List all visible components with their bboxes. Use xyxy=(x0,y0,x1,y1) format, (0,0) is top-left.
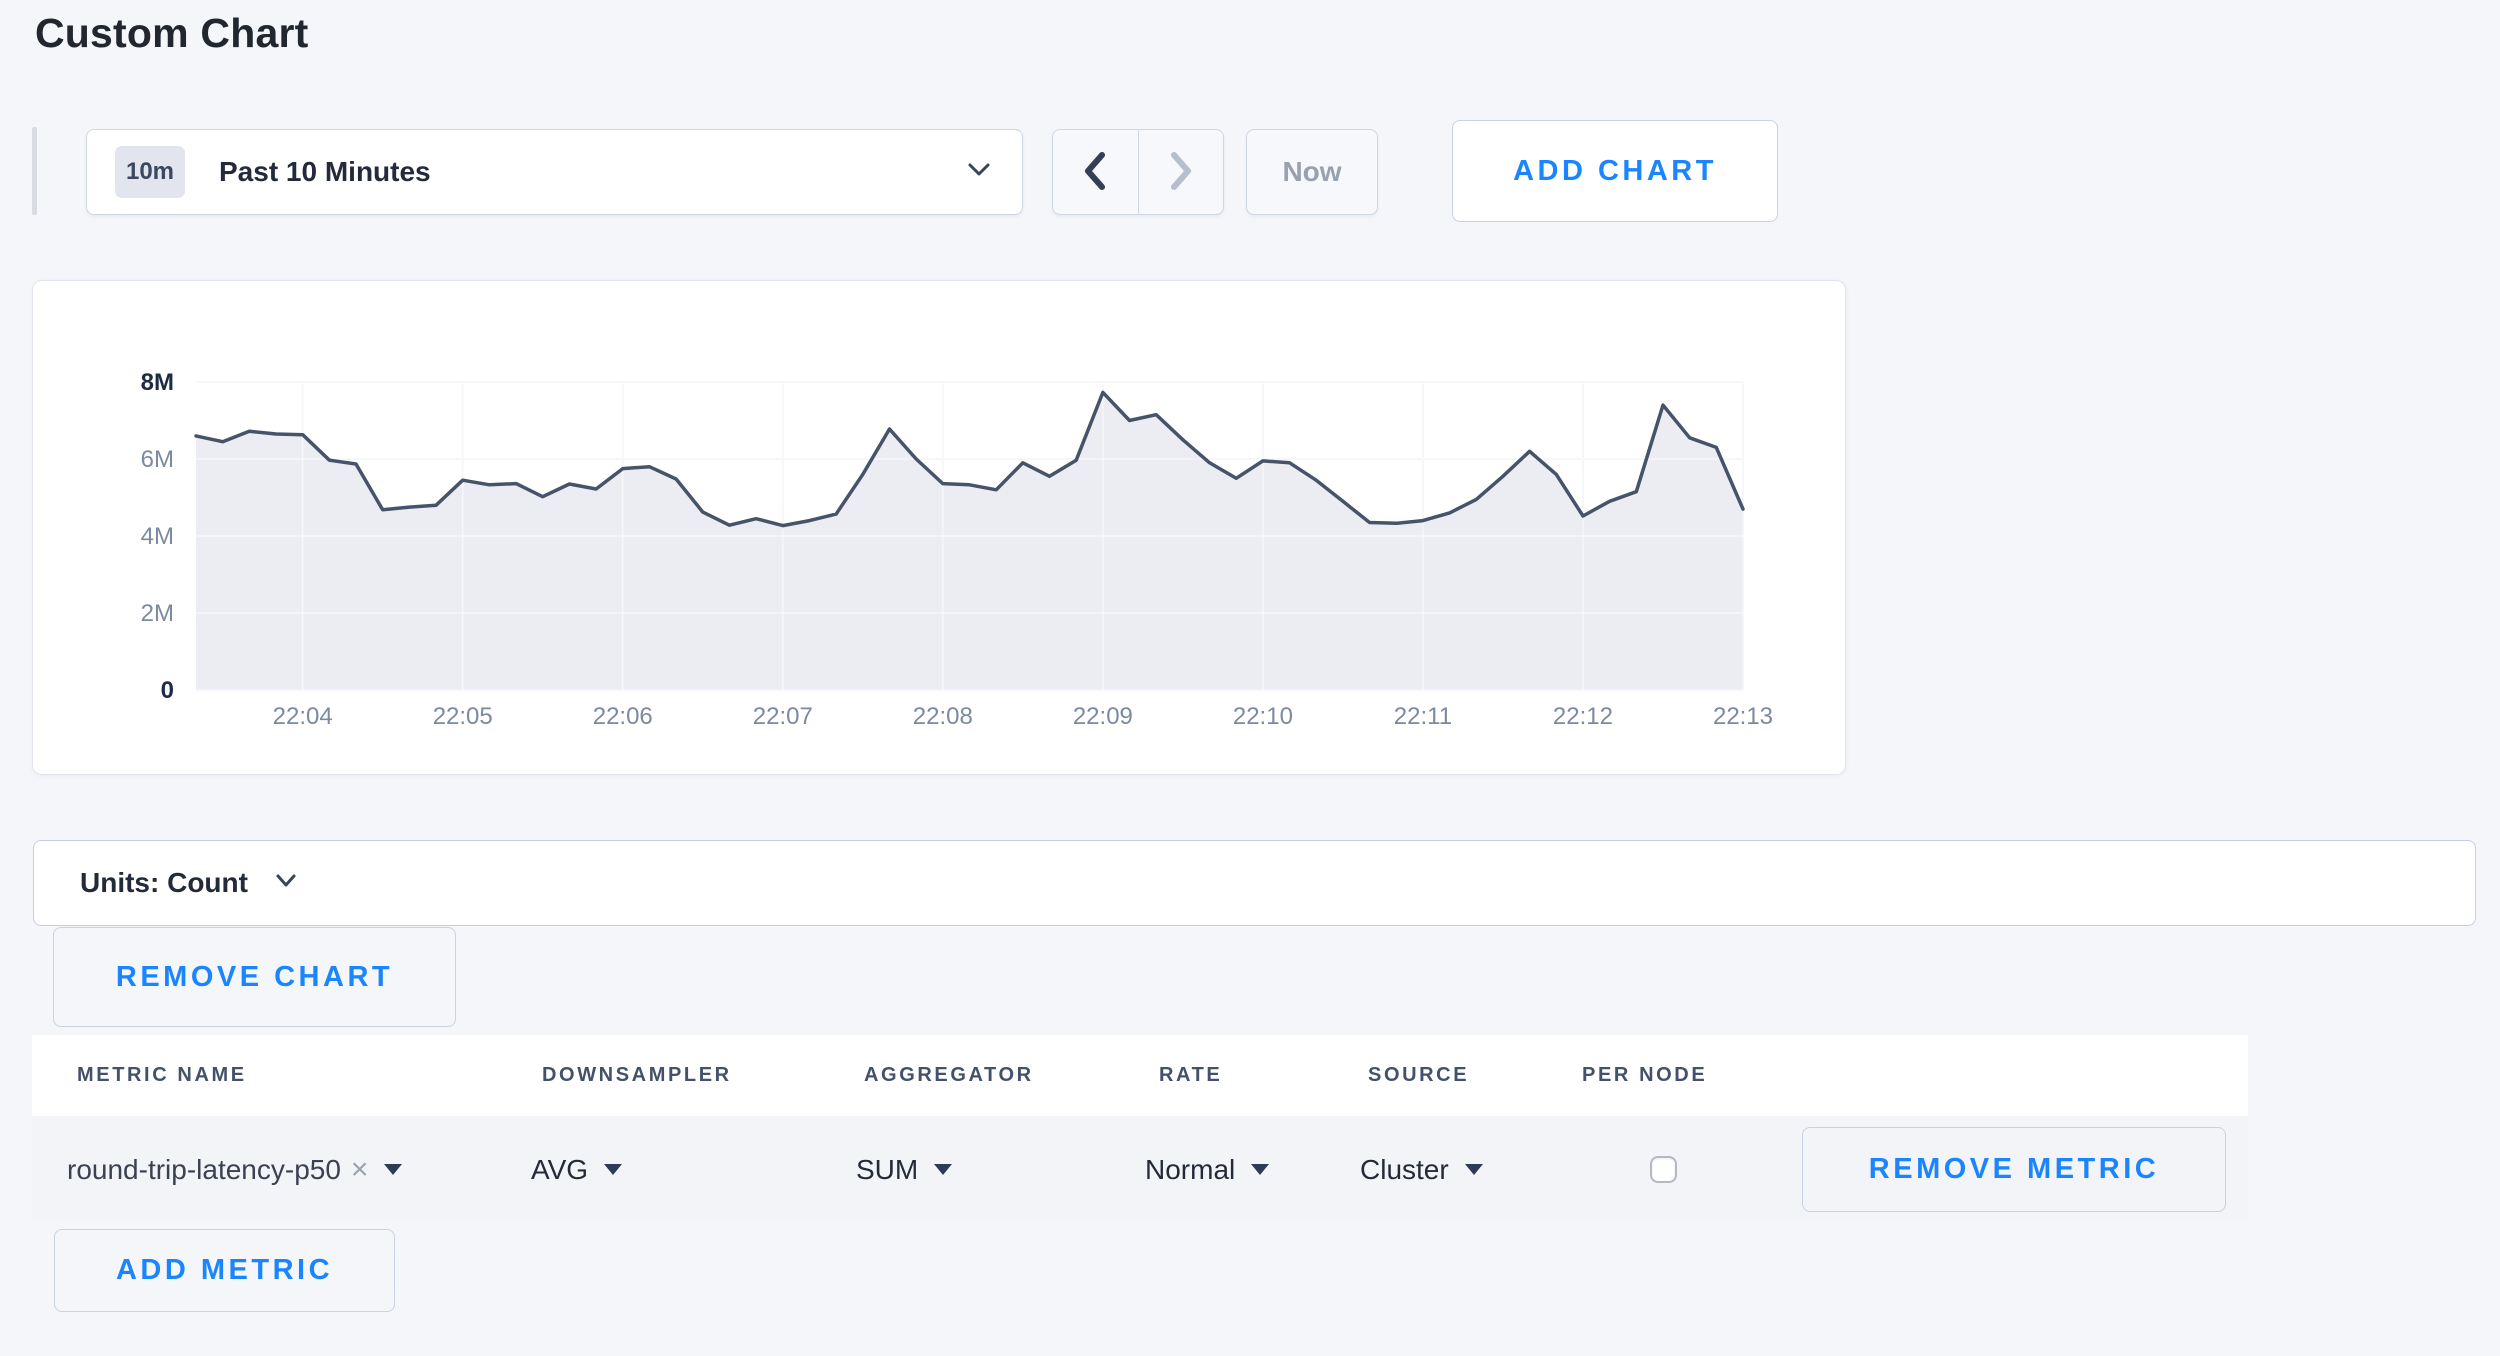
svg-text:2M: 2M xyxy=(141,600,174,627)
remove-chart-button[interactable]: REMOVE CHART xyxy=(53,927,456,1027)
svg-text:22:05: 22:05 xyxy=(433,703,493,730)
svg-text:22:09: 22:09 xyxy=(1073,703,1133,730)
col-header-per-node: PER NODE xyxy=(1582,1035,1707,1116)
units-label: Units: Count xyxy=(80,867,248,899)
time-forward-button[interactable] xyxy=(1139,130,1224,214)
svg-text:0: 0 xyxy=(161,677,174,704)
caret-down-icon xyxy=(934,1164,952,1175)
svg-text:22:04: 22:04 xyxy=(273,703,333,730)
metric-area-chart: 0 2M 4M 6M 8M 22:04 22:05 22:06 22:07 22:08 22:09 2… xyxy=(33,281,1846,775)
svg-text:4M: 4M xyxy=(141,523,174,550)
svg-text:22:12: 22:12 xyxy=(1553,703,1613,730)
add-metric-button[interactable]: ADD METRIC xyxy=(54,1229,395,1312)
col-header-rate: RATE xyxy=(1159,1035,1222,1116)
time-backward-button[interactable] xyxy=(1053,130,1139,214)
time-window-badge: 10m xyxy=(115,146,185,198)
custom-chart-page: Custom Chart 10m Past 10 Minutes Now ADD… xyxy=(0,0,2500,1356)
col-header-source: SOURCE xyxy=(1368,1035,1469,1116)
caret-down-icon xyxy=(384,1164,402,1175)
svg-text:22:06: 22:06 xyxy=(593,703,653,730)
col-header-aggregator: AGGREGATOR xyxy=(864,1035,1034,1116)
time-pager xyxy=(1052,129,1224,215)
chevron-down-icon xyxy=(964,160,994,185)
clear-metric-icon[interactable]: × xyxy=(351,1155,369,1185)
svg-text:22:08: 22:08 xyxy=(913,703,973,730)
chevron-down-icon xyxy=(274,873,298,894)
chevron-right-icon xyxy=(1164,149,1198,196)
time-selector-accent-bar xyxy=(32,127,37,215)
units-bar: Units: Count xyxy=(33,840,2476,926)
svg-text:22:13: 22:13 xyxy=(1713,703,1773,730)
metric-name-select[interactable]: round-trip-latency-p50 × xyxy=(67,1116,402,1223)
chevron-left-icon xyxy=(1078,149,1112,196)
downsampler-select[interactable]: AVG xyxy=(531,1116,622,1223)
svg-text:8M: 8M xyxy=(141,369,174,396)
page-title: Custom Chart xyxy=(35,10,308,57)
caret-down-icon xyxy=(604,1164,622,1175)
units-select[interactable]: Units: Count xyxy=(80,867,298,899)
metric-name-value: round-trip-latency-p50 xyxy=(67,1154,341,1186)
time-window-label: Past 10 Minutes xyxy=(219,156,431,188)
rate-select[interactable]: Normal xyxy=(1145,1116,1269,1223)
svg-text:22:07: 22:07 xyxy=(753,703,813,730)
svg-text:6M: 6M xyxy=(141,446,174,473)
remove-metric-button[interactable]: REMOVE METRIC xyxy=(1802,1127,2226,1212)
caret-down-icon xyxy=(1465,1164,1483,1175)
metrics-table-header: METRIC NAME DOWNSAMPLER AGGREGATOR RATE … xyxy=(32,1035,2248,1116)
per-node-checkbox[interactable] xyxy=(1650,1156,1677,1183)
source-select[interactable]: Cluster xyxy=(1360,1116,1483,1223)
time-window-dropdown[interactable]: 10m Past 10 Minutes xyxy=(86,129,1023,215)
aggregator-select[interactable]: SUM xyxy=(856,1116,952,1223)
chart-card: 0 2M 4M 6M 8M 22:04 22:05 22:06 22:07 22:08 22:09 2… xyxy=(32,280,1846,775)
per-node-cell xyxy=(1650,1116,1677,1223)
svg-text:22:10: 22:10 xyxy=(1233,703,1293,730)
col-header-downsampler: DOWNSAMPLER xyxy=(542,1035,732,1116)
col-header-metric-name: METRIC NAME xyxy=(77,1035,247,1116)
caret-down-icon xyxy=(1251,1164,1269,1175)
add-chart-button[interactable]: ADD CHART xyxy=(1452,120,1778,222)
svg-text:22:11: 22:11 xyxy=(1394,703,1452,730)
now-button[interactable]: Now xyxy=(1246,129,1378,215)
